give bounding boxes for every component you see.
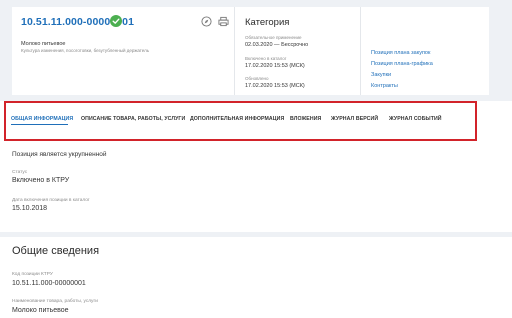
category-title: Категория [245,17,290,28]
link-contracts[interactable]: Контракты [371,83,398,89]
link-plan-schedule[interactable]: Позиция плана-графика [371,61,433,67]
status-label: Статус [12,170,28,175]
category-panel: Категория Обязательное применение 02.03.… [234,7,360,95]
enlarged-position-note: Позиция является укрупненной [12,151,107,158]
general-info-content: Позиция является укрупненной Статус Вклю… [0,141,512,318]
date-applied-value: 02.03.2020 — Бессрочно [245,42,309,48]
related-links-panel: Позиция плана закупок Позиция плана-граф… [360,7,489,95]
link-purchases[interactable]: Закупки [371,72,391,78]
position-description: Культура изменения, посоготовки, безутуб… [21,48,150,53]
included-label: Включено в каталог [245,56,287,61]
included-value: 17.02.2020 15:53 (МСК) [245,63,305,69]
section-divider [0,232,512,237]
overview-title: Общие сведения [12,245,100,257]
updated-value: 17.02.2020 15:53 (МСК) [245,83,305,89]
position-name: Молоко питьевое [21,41,66,47]
compass-icon[interactable] [201,16,212,27]
ktru-code-value: 10.51.11.000-00000001 [12,280,86,287]
check-circle-icon [110,15,122,27]
tabs-highlight-box [4,101,477,141]
inclusion-date-value: 15.10.2018 [12,205,48,212]
date-applied-label: Обязательное применение [245,35,302,40]
link-plan-purchases[interactable]: Позиция плана закупок [371,50,430,56]
updated-label: Обновлено [245,76,269,81]
printer-icon[interactable] [218,16,229,27]
item-name-value: Молоко питьевое [12,307,69,314]
inclusion-date-label: Дата включения позиции в каталог [12,198,90,203]
item-name-label: Наименование товара, работы, услуги [12,299,98,304]
position-summary: 10.51.11.000-00000001 Молоко питьевое Ку… [12,7,234,95]
status-value: Включено в КТРУ [12,177,70,184]
ktru-code-label: Код позиции КТРУ [12,272,53,277]
position-card: 10.51.11.000-00000001 Молоко питьевое Ку… [12,7,489,95]
